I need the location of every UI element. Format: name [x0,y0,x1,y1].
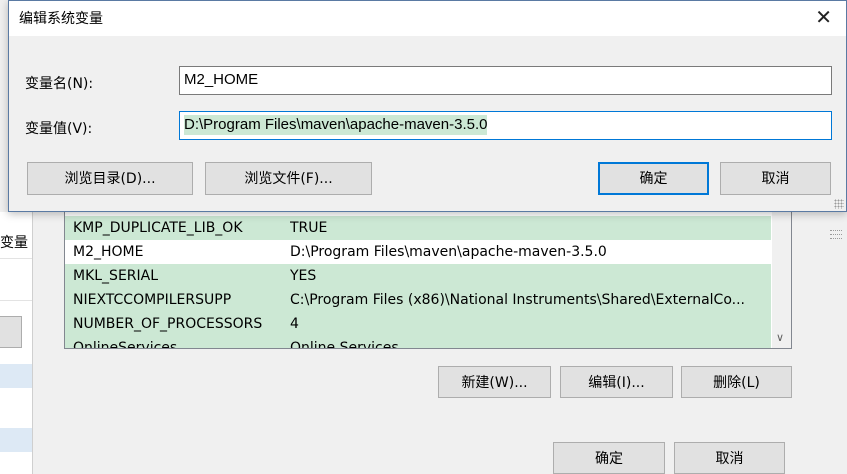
list-item[interactable]: M2_HOME D:\Program Files\maven\apache-ma… [65,240,771,264]
browse-file-button[interactable]: 浏览文件(F)... [205,162,372,195]
close-icon[interactable]: ✕ [815,5,832,29]
variable-value: YES [290,268,317,284]
variable-name-label: 变量名(N): [25,76,94,92]
button-label: 删除(L) [713,375,760,391]
outer-resize-strip [828,212,847,474]
browse-directory-button[interactable]: 浏览目录(D)... [27,162,193,195]
variable-name: KMP_DUPLICATE_LIB_OK [73,220,243,236]
variable-value: 4 [290,316,299,332]
button-label: 浏览文件(F)... [244,171,333,187]
variable-value: TRUE [290,220,328,236]
variable-name: OnlineServices [73,340,178,349]
variable-name-input[interactable]: M2_HOME [179,66,832,95]
list-item[interactable]: OnlineServices Online Services [65,336,771,349]
edit-system-variable-dialog: 编辑系统变量 ✕ 变量名(N): M2_HOME 变量值(V): D:\Prog… [8,0,847,212]
button-label: 取消 [761,171,790,187]
title-bar[interactable]: 编辑系统变量 ✕ [9,1,846,36]
resize-grip-icon[interactable] [834,199,844,209]
new-variable-button[interactable]: 新建(W)... [438,366,551,398]
cancel-button[interactable]: 取消 [720,162,831,195]
variable-name: NUMBER_OF_PROCESSORS [73,316,263,332]
list-item[interactable]: MKL_SERIAL YES [65,264,771,288]
variable-value-label: 变量值(V): [25,121,93,137]
delete-variable-button[interactable]: 删除(L) [681,366,792,398]
variable-name: MKL_SERIAL [73,268,159,284]
outer-partial-label: 变量 [0,235,28,251]
outer-list-row[interactable] [0,364,32,388]
button-label: 取消 [715,451,744,467]
outer-divider [0,258,32,259]
variable-value: D:\Program Files\maven\apache-maven-3.5.… [290,244,607,260]
env-ok-button[interactable]: 确定 [553,442,665,474]
outer-divider [0,300,32,301]
system-variables-list[interactable]: KMP_DUPLICATE_LIB_OK TRUE M2_HOME D:\Pro… [64,212,792,349]
variable-value: C:\Program Files (x86)\National Instrume… [290,292,745,308]
list-scrollbar[interactable]: ∨ [772,212,791,348]
selected-text: D:\Program Files\maven\apache-maven-3.5.… [184,115,488,135]
list-item[interactable]: KMP_DUPLICATE_LIB_OK TRUE [65,216,771,240]
edit-variable-button[interactable]: 编辑(I)... [560,366,673,398]
env-cancel-button[interactable]: 取消 [674,442,785,474]
list-item[interactable]: NUMBER_OF_PROCESSORS 4 [65,312,771,336]
ok-button[interactable]: 确定 [598,162,709,195]
button-label: 确定 [639,171,668,187]
outer-button-stub[interactable] [0,316,22,348]
list-item[interactable]: NIEXTCCOMPILERSUPP C:\Program Files (x86… [65,288,771,312]
outer-list-row[interactable] [0,428,32,452]
button-label: 编辑(I)... [588,375,645,391]
button-label: 新建(W)... [461,375,528,391]
dialog-title: 编辑系统变量 [19,11,103,27]
variable-value: Online Services [290,340,399,349]
variable-value-input[interactable]: D:\Program Files\maven\apache-maven-3.5.… [179,111,832,140]
button-label: 浏览目录(D)... [64,171,156,187]
variable-name: M2_HOME [73,244,144,260]
variable-name: NIEXTCCOMPILERSUPP [73,292,232,308]
scroll-down-icon[interactable]: ∨ [776,331,784,344]
button-label: 确定 [595,451,623,467]
